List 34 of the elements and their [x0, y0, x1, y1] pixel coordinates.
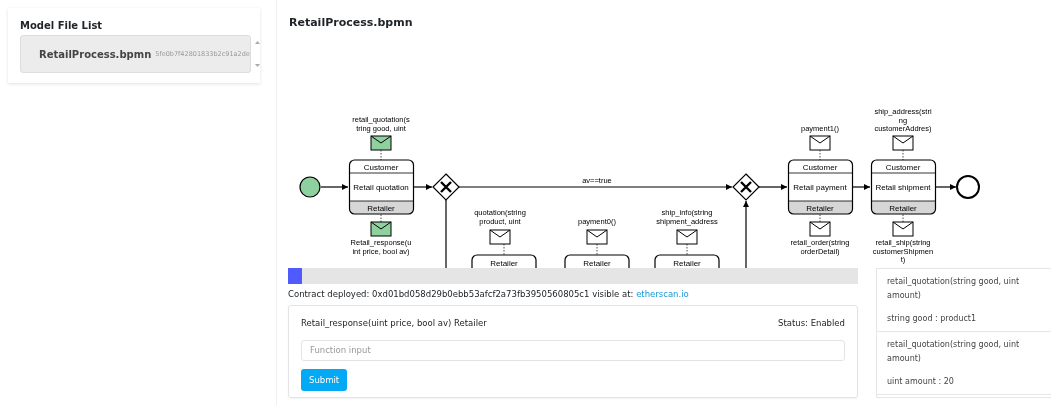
gateway-icon [732, 173, 760, 201]
diagram-title: RetailProcess.bpmn [288, 15, 414, 31]
task-participant: Retailer [889, 204, 917, 213]
file-list-title: Model File List [20, 20, 104, 31]
sequence-arrow [758, 184, 788, 190]
input-function: retail_quotation(string good, uint amount) [887, 339, 1021, 365]
function-input-field[interactable]: Function input [301, 339, 845, 361]
input-function: retail_quotation(string good, uint amount) [887, 276, 1021, 302]
scroll-up-icon[interactable] [254, 41, 260, 44]
sequence-arrow [320, 184, 349, 190]
sequence-arrow [412, 184, 433, 190]
task-name: Retail quotation [353, 183, 409, 192]
function-status: Status: Enabled [778, 318, 845, 328]
contract-text: Contract deployed: 0xd01bd058d29b0ebb53afcf2a73fb3950560805c1 visible at: etherscan.io [288, 289, 690, 299]
task-participant: Customer [363, 163, 399, 172]
input-value: uint amount : 20 [887, 376, 955, 388]
etherscan-link[interactable]: etherscan.io [636, 289, 689, 299]
sequence-arrow [743, 200, 749, 268]
task-participant: Customer [802, 163, 838, 172]
task-participant: Retailer [490, 259, 518, 268]
input-value: string good : product1 [887, 313, 978, 325]
task-participant: Retailer [673, 259, 701, 268]
task-participant: Retailer [367, 204, 395, 213]
task-participant: Customer [885, 163, 921, 172]
task-participant: Retailer [583, 259, 611, 268]
task-name: Retail shipment [875, 183, 931, 192]
sequence-arrow [934, 184, 957, 190]
task-name: Retail payment [793, 183, 847, 192]
submit-button[interactable]: Submit [301, 368, 348, 391]
function-signature: Retail_response(uint price, bool av) Retailer [301, 318, 487, 328]
task-participant: Retailer [806, 204, 834, 213]
end-event [956, 175, 980, 199]
sequence-arrow [851, 184, 871, 190]
scroll-down-icon[interactable] [254, 64, 260, 67]
